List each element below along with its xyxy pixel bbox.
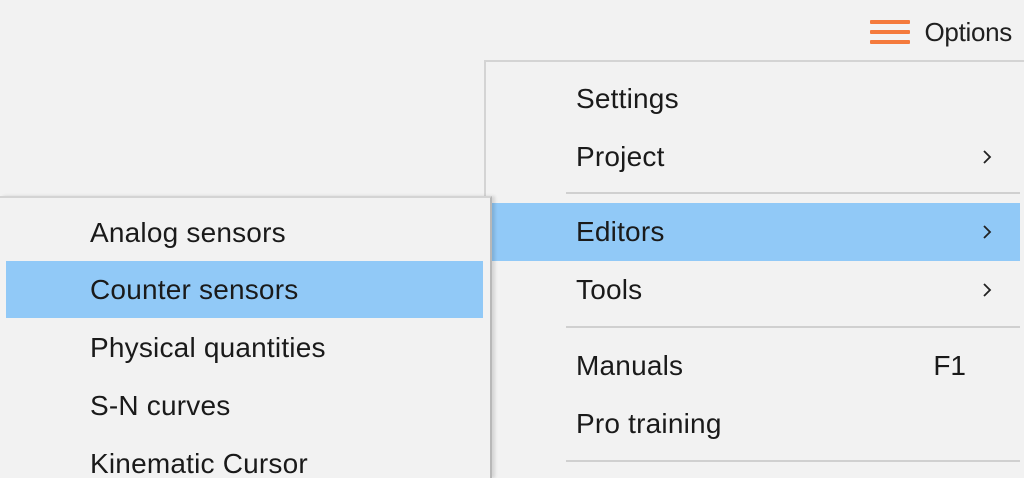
hamburger-icon	[870, 20, 911, 44]
menu-separator	[566, 460, 1020, 462]
options-menu: Settings Project Editors Tools Manuals F…	[484, 60, 1024, 478]
menu-item-tools[interactable]: Tools	[492, 261, 1020, 319]
menu-item-manuals[interactable]: Manuals F1	[492, 337, 1020, 395]
menu-item-label: Editors	[576, 216, 665, 247]
menu-item-label: Kinematic Cursor	[90, 447, 308, 478]
menu-separator	[566, 326, 1020, 328]
options-label: Options	[924, 16, 1012, 47]
chevron-right-icon	[983, 150, 992, 164]
menu-item-project[interactable]: Project	[492, 128, 1020, 186]
menu-item-label: Analog sensors	[90, 216, 286, 248]
menu-item-label: Pro training	[576, 408, 722, 439]
menu-item-label: Manuals	[576, 350, 684, 381]
menu-item-label: Project	[576, 141, 665, 172]
options-button[interactable]: Options	[870, 14, 1012, 50]
submenu-item-kinematic-cursor[interactable]: Kinematic Cursor	[6, 435, 483, 478]
submenu-item-counter-sensors[interactable]: Counter sensors	[6, 261, 483, 318]
menu-item-label: Counter sensors	[90, 273, 299, 305]
menu-item-label: Settings	[576, 83, 679, 114]
submenu-item-s-n-curves[interactable]: S-N curves	[6, 377, 483, 434]
menu-item-editors[interactable]: Editors	[492, 203, 1020, 261]
chevron-right-icon	[983, 225, 992, 239]
menu-item-pro-training[interactable]: Pro training	[492, 395, 1020, 453]
submenu-item-physical-quantities[interactable]: Physical quantities	[6, 319, 483, 376]
menu-item-label: Physical quantities	[90, 331, 326, 363]
editors-submenu: Analog sensors Counter sensors Physical …	[0, 196, 492, 478]
menu-separator	[566, 192, 1020, 194]
shortcut-label: F1	[933, 350, 966, 381]
chevron-right-icon	[983, 283, 992, 297]
menu-item-settings[interactable]: Settings	[492, 70, 1020, 128]
menu-item-label: Tools	[576, 274, 643, 305]
menu-item-label: S-N curves	[90, 389, 231, 421]
submenu-item-analog-sensors[interactable]: Analog sensors	[6, 204, 483, 261]
